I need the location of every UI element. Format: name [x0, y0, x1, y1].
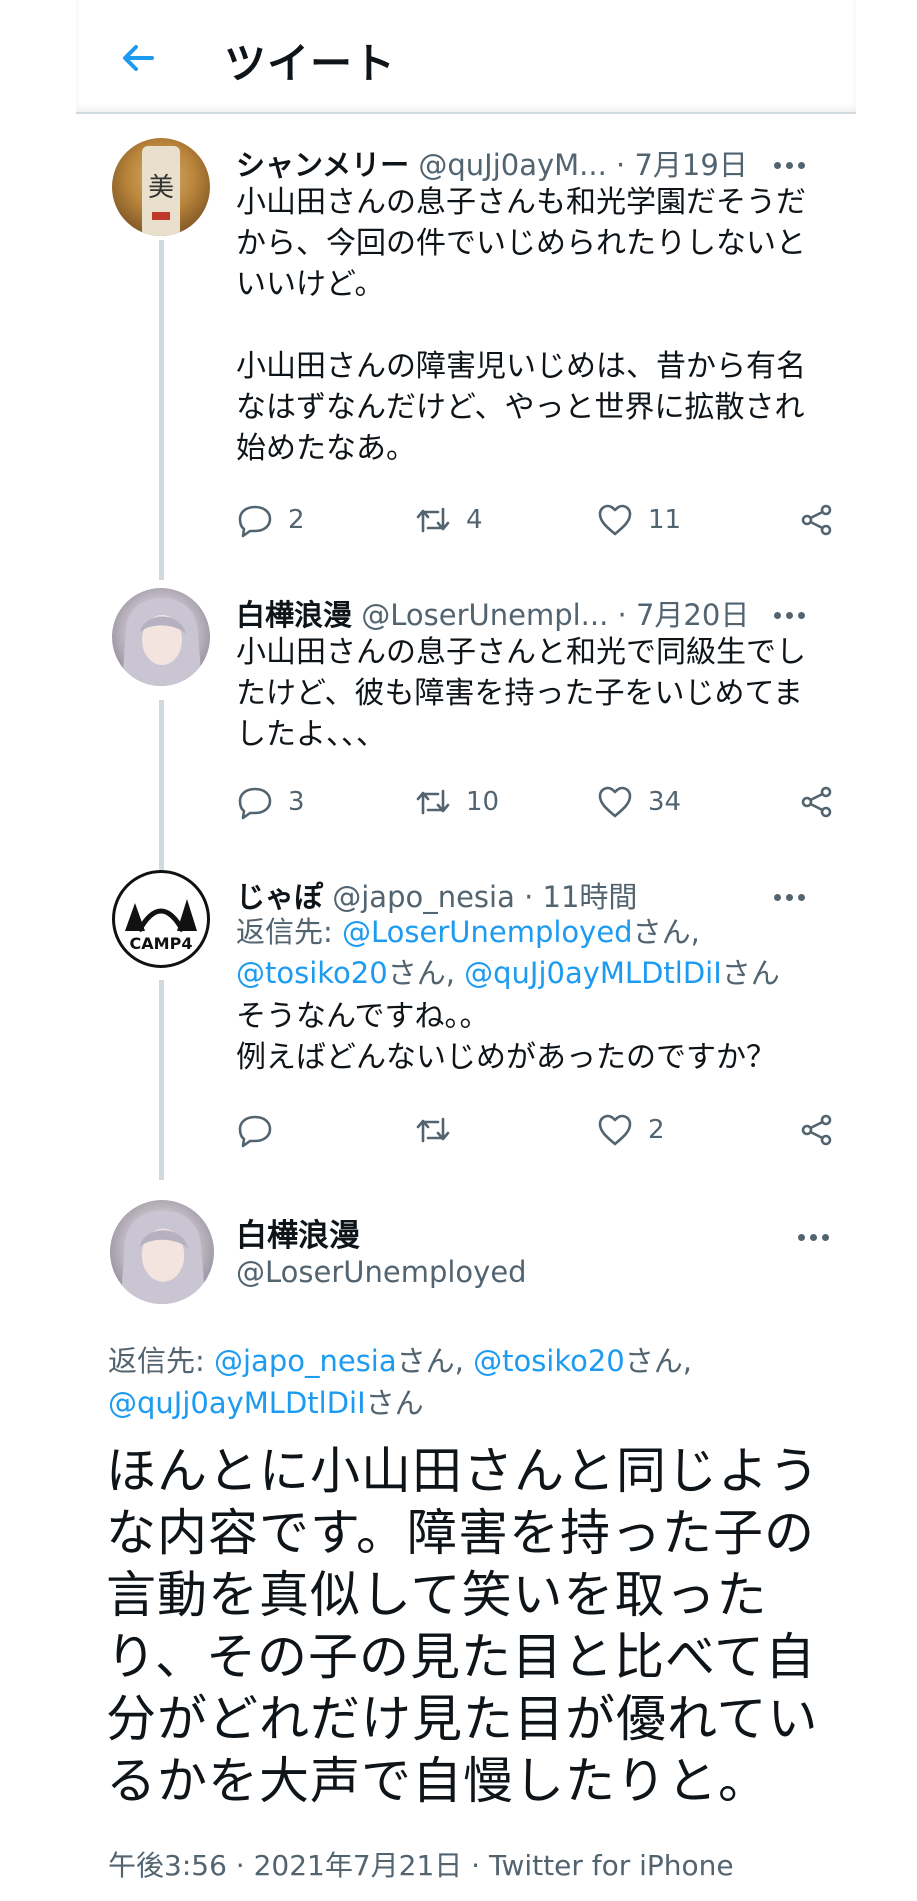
top-bar: ツイート: [76, 0, 856, 114]
retweet-icon: [416, 789, 450, 815]
mention-link[interactable]: @LoserUnemployed: [342, 915, 633, 949]
share-button[interactable]: [798, 498, 836, 542]
mention-link[interactable]: @quJj0ayMLDtlDiI: [108, 1386, 366, 1420]
portrait-image: [120, 1210, 206, 1304]
honorific: さん,: [632, 915, 700, 949]
share-icon: [801, 504, 832, 536]
mention-link[interactable]: @quJj0ayMLDtlDiI: [464, 956, 722, 990]
more-icon[interactable]: [798, 1226, 838, 1241]
reply-icon: [238, 787, 272, 820]
portrait-image: [122, 598, 202, 686]
tweet-actions: 3 10 34: [236, 780, 836, 824]
honorific: さん,: [624, 1344, 692, 1378]
avatar[interactable]: 美: [112, 138, 210, 236]
share-button[interactable]: [798, 780, 836, 824]
mention-link[interactable]: @japo_nesia: [214, 1344, 397, 1378]
retweet-icon: [416, 507, 450, 533]
sake-bottle-image: 美: [142, 146, 180, 236]
share-icon: [801, 786, 832, 818]
like-button[interactable]: 11: [596, 498, 681, 542]
avatar[interactable]: [110, 1200, 214, 1304]
avatar[interactable]: [112, 588, 210, 686]
retweet-button[interactable]: 10: [414, 780, 499, 824]
display-name[interactable]: シャンメリー: [236, 148, 409, 182]
more-icon[interactable]: [774, 604, 814, 619]
thread-line: [159, 700, 164, 870]
retweet-count: 4: [466, 505, 483, 535]
reply-count: 2: [288, 505, 305, 535]
mention-link[interactable]: @tosiko20: [236, 956, 388, 990]
back-arrow-icon[interactable]: [118, 38, 158, 78]
reply-icon: [238, 505, 272, 538]
thread-line: [159, 980, 164, 1180]
user-handle[interactable]: @LoserUnempl...: [361, 598, 608, 632]
like-count: 11: [648, 505, 682, 535]
reply-to-line: 返信先: @japo_nesiaさん, @tosiko20さん, @quJj0a…: [108, 1340, 828, 1424]
timestamp[interactable]: · 7月19日: [616, 148, 748, 182]
display-name[interactable]: 白樺浪漫: [236, 598, 352, 632]
camp-logo-image: CAMP4: [117, 875, 205, 963]
avatar[interactable]: CAMP4: [112, 870, 210, 968]
tweet-text: 小山田さんの息子さんも和光学園だそうだから、今回の件でいじめられたりしないといい…: [236, 185, 806, 466]
like-count: 2: [648, 1115, 665, 1145]
tweet-actions: 2 4 11: [236, 498, 836, 542]
tweet-text: 小山田さんの息子さんと和光で同級生でしたけど、彼も障害を持った子をいじめてました…: [236, 635, 806, 752]
reply-to-line: 返信先: @LoserUnemployedさん, @tosiko20さん, @q…: [236, 912, 826, 994]
honorific: さん: [721, 956, 780, 990]
display-name[interactable]: 白樺浪漫: [236, 1210, 360, 1255]
svg-text:CAMP4: CAMP4: [130, 934, 193, 953]
reply-to-label: 返信先:: [108, 1344, 214, 1378]
like-button[interactable]: 2: [596, 1108, 665, 1152]
more-icon[interactable]: [774, 154, 814, 169]
reply-icon: [238, 1115, 272, 1148]
tweet-actions: 2: [236, 1108, 836, 1152]
user-handle[interactable]: @quJj0ayM...: [418, 148, 606, 182]
reply-button[interactable]: [236, 1108, 288, 1152]
user-handle[interactable]: @LoserUnemployed: [236, 1255, 527, 1289]
honorific: さん,: [396, 1344, 474, 1378]
reply-count: 3: [288, 787, 305, 817]
reply-button[interactable]: 2: [236, 498, 305, 542]
retweet-icon: [416, 1117, 450, 1143]
retweet-count: 10: [466, 787, 500, 817]
retweet-button[interactable]: [414, 1108, 466, 1152]
retweet-button[interactable]: 4: [414, 498, 483, 542]
honorific: さん,: [387, 956, 465, 990]
honorific: さん: [365, 1386, 424, 1420]
focused-tweet-text: ほんとに小山田さんと同じような内容です。障害を持った子の言動を真似して笑いを取っ…: [106, 1442, 820, 1810]
thread-line: [159, 240, 164, 580]
mention-link[interactable]: @tosiko20: [473, 1344, 625, 1378]
tweet-text: そうなんですね。。 例えばどんないじめがあったのですか？: [236, 999, 776, 1075]
like-count: 34: [648, 787, 682, 817]
tweet-meta: じゃぽ @japo_nesia · 11時間: [236, 874, 637, 916]
tweet-meta: 白樺浪漫 @LoserUnempl... · 7月20日: [236, 592, 749, 634]
timestamp[interactable]: · 11時間: [524, 880, 637, 914]
tweet-meta: シャンメリー @quJj0ayM... · 7月19日: [236, 142, 748, 184]
timestamp[interactable]: · 7月20日: [618, 598, 750, 632]
like-button[interactable]: 34: [596, 780, 681, 824]
page-title: ツイート: [224, 39, 397, 88]
tweet-page: ツイート 美 シャンメリー @quJj0ayM... · 7月19日 小山田さん…: [76, 0, 856, 1901]
reply-to-label: 返信先:: [236, 915, 342, 949]
more-icon[interactable]: [774, 886, 814, 901]
tweet-timestamp-source[interactable]: 午後3:56 · 2021年7月21日 · Twitter for iPhone: [108, 1844, 734, 1884]
reply-button[interactable]: 3: [236, 780, 305, 824]
user-handle[interactable]: @japo_nesia: [332, 880, 515, 914]
like-icon: [598, 1114, 632, 1146]
share-icon: [801, 1114, 832, 1146]
svg-text:美: 美: [148, 173, 174, 203]
display-name[interactable]: じゃぽ: [236, 880, 323, 914]
like-icon: [598, 786, 632, 818]
share-button[interactable]: [798, 1108, 836, 1152]
like-icon: [598, 504, 632, 536]
